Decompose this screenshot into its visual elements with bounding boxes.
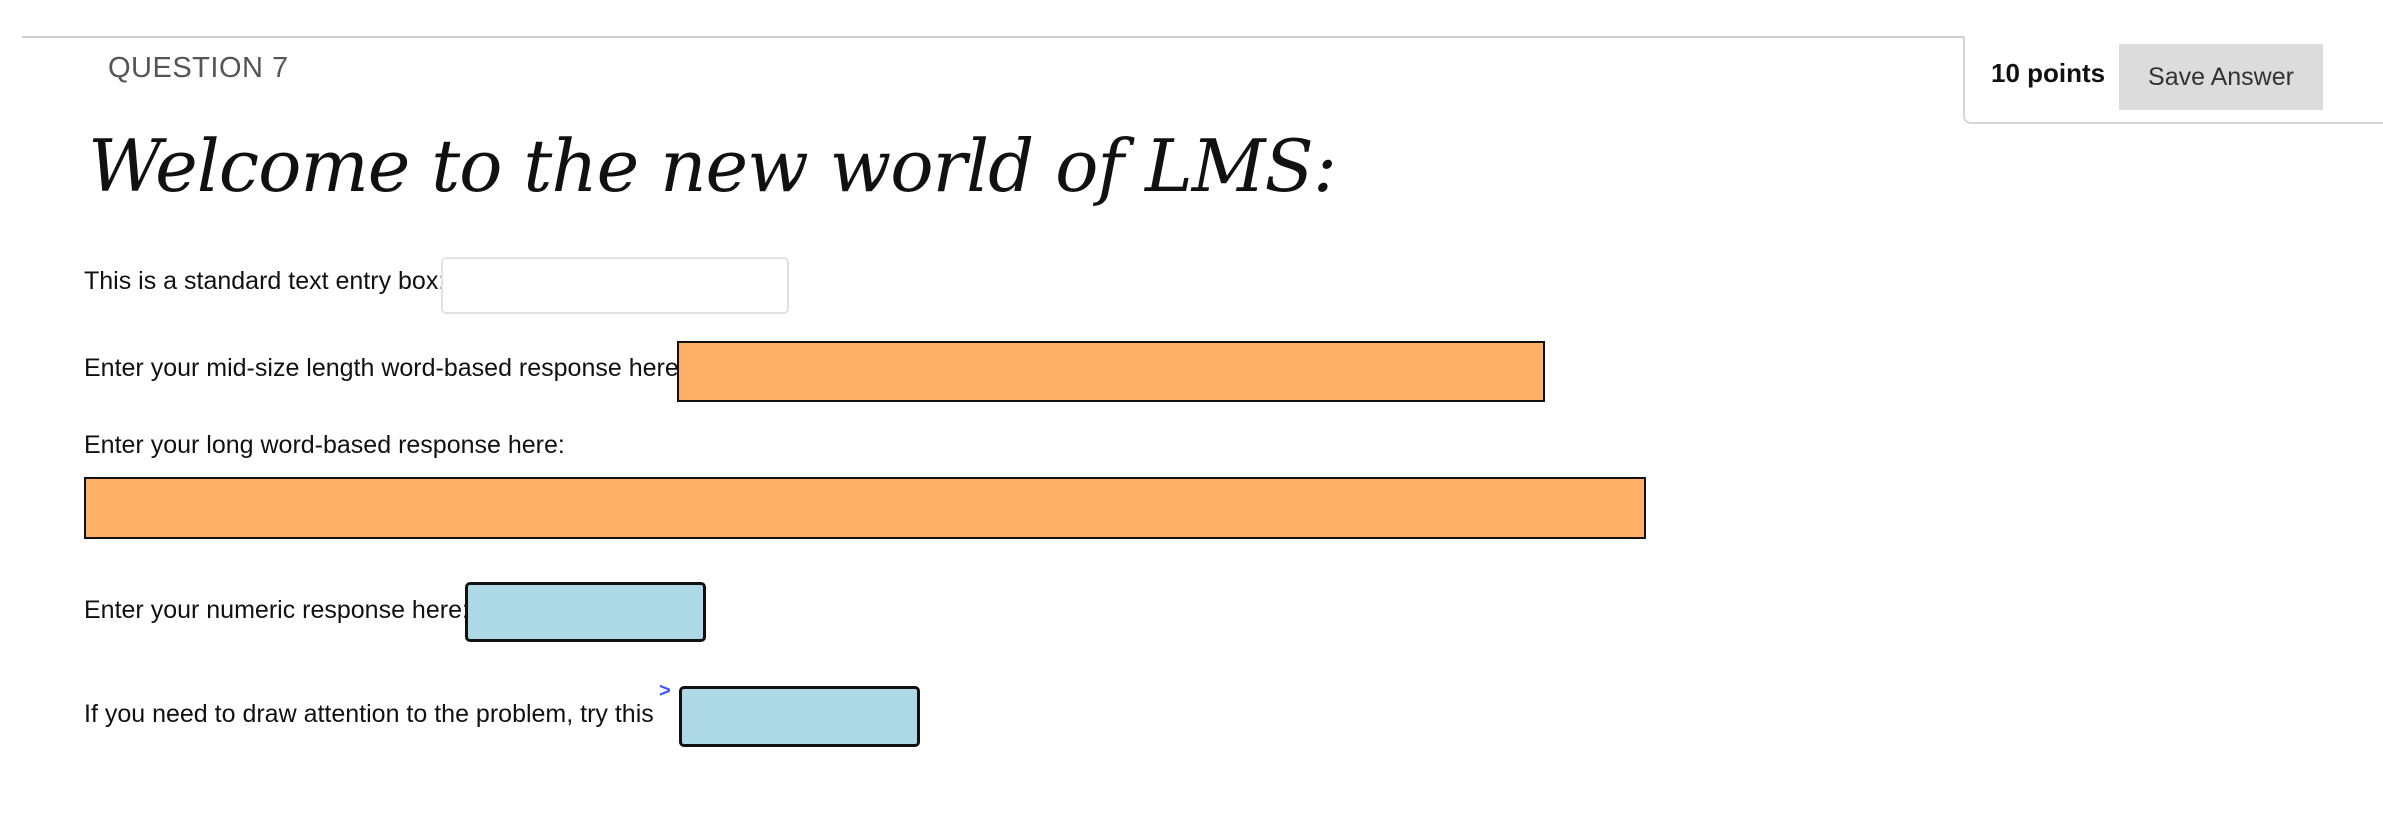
points-value: 10 points — [1991, 58, 2106, 88]
long-response-label: Enter your long word-based response here… — [84, 431, 565, 459]
attention-marker-icon: > — [659, 680, 671, 702]
long-response-input[interactable] — [84, 477, 1646, 539]
standard-entry-label: This is a standard text entry box: — [84, 267, 446, 295]
numeric-response-label: Enter your numeric response here: — [84, 596, 469, 624]
points-panel: 10 points Save Answer — [1963, 36, 2383, 124]
midsize-response-label: Enter your mid-size length word-based re… — [84, 354, 686, 382]
standard-text-input[interactable] — [441, 257, 789, 314]
midsize-response-input[interactable] — [677, 341, 1545, 402]
question-number: QUESTION 7 — [108, 52, 289, 84]
attention-label: If you need to draw attention to the pro… — [84, 700, 654, 728]
save-answer-button[interactable]: Save Answer — [2119, 44, 2323, 110]
numeric-response-input[interactable] — [465, 582, 706, 642]
attention-response-input[interactable] — [679, 686, 920, 747]
question-heading: Welcome to the new world of LMS: — [88, 124, 1337, 208]
